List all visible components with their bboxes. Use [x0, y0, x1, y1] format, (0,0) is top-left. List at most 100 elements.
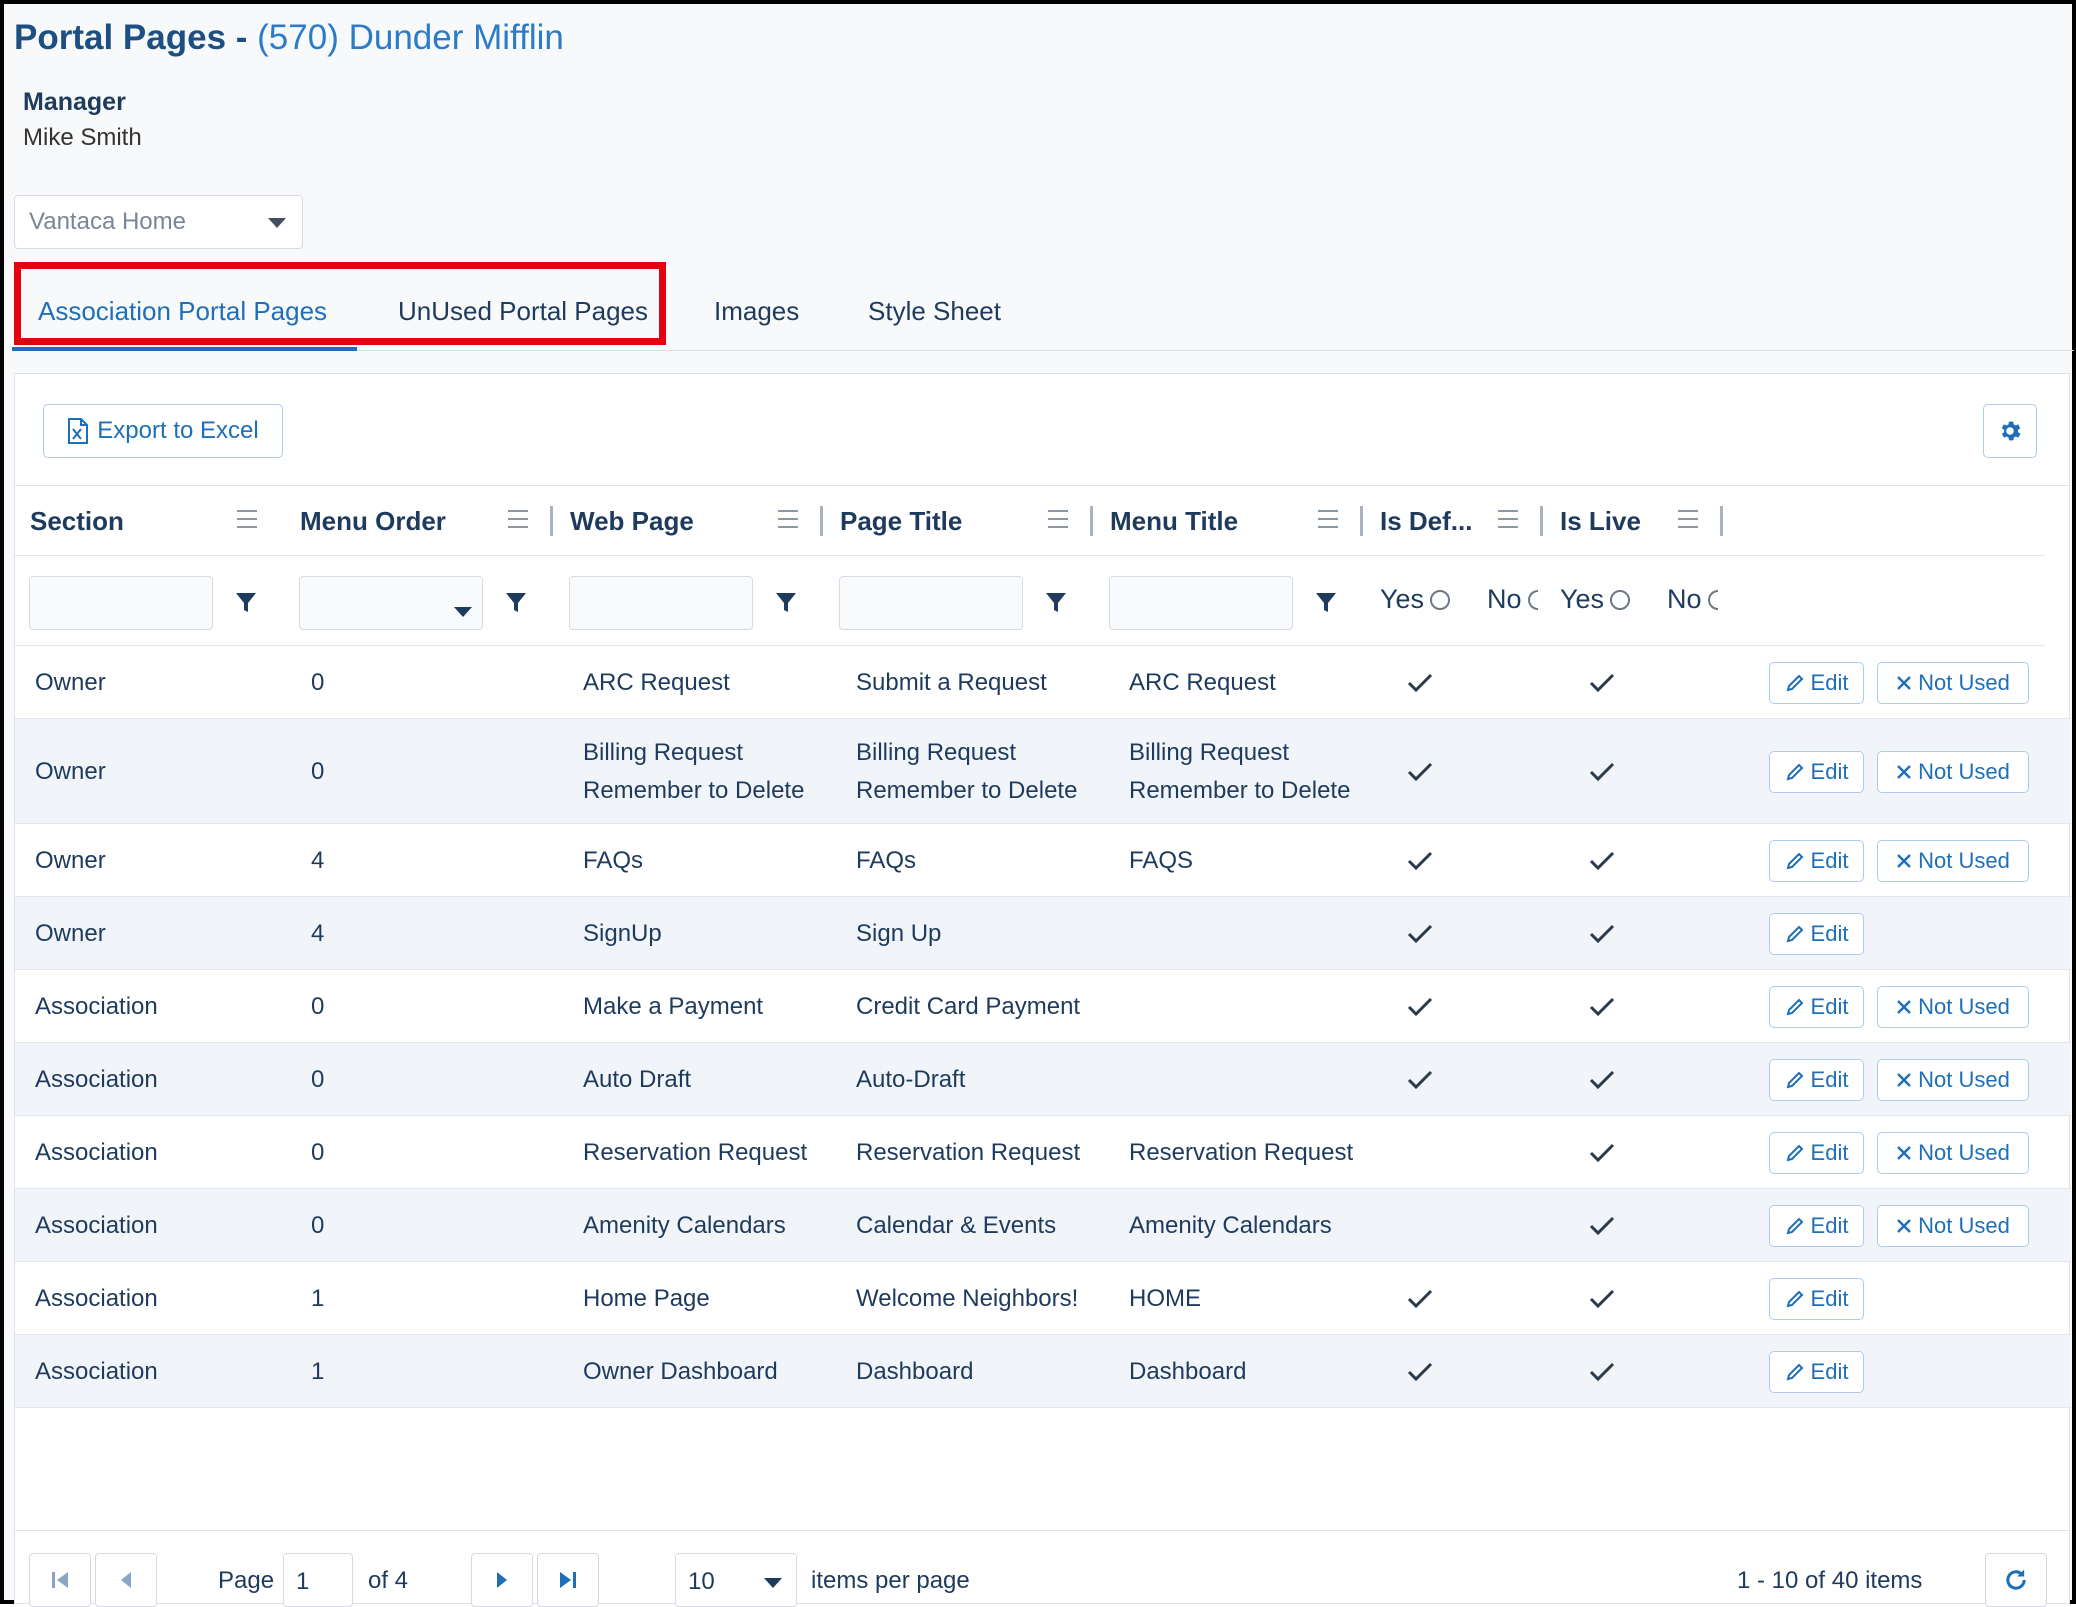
radio-label: No	[1487, 584, 1522, 614]
column-menu-icon[interactable]	[508, 510, 528, 530]
column-header-menu-title[interactable]: Menu Title	[1110, 486, 1238, 556]
column-header-menu-order[interactable]: Menu Order	[300, 486, 446, 556]
edit-button[interactable]: Edit	[1769, 1058, 1864, 1101]
page-title-filter-input[interactable]	[839, 576, 1023, 630]
section-filter-input[interactable]	[29, 576, 213, 630]
not-used-button[interactable]: Not Used	[1877, 1204, 2029, 1247]
filter-icon[interactable]	[235, 591, 257, 615]
page-size-select[interactable]: 10	[675, 1553, 797, 1607]
page-title-cell: Auto-Draft	[856, 1065, 966, 1093]
filter-icon[interactable]	[505, 591, 527, 615]
radio-label: No	[1667, 584, 1702, 614]
filter-row: Yes No Yes No	[15, 556, 2045, 646]
column-header-is-default[interactable]: Is Def...	[1380, 486, 1472, 556]
column-header-page-title[interactable]: Page Title	[840, 486, 962, 556]
pencil-icon	[1786, 998, 1803, 1015]
manager-name: Mike Smith	[23, 124, 142, 151]
not-used-button[interactable]: Not Used	[1877, 661, 2029, 704]
menu-title-cell: HOME	[1129, 1284, 1201, 1312]
last-page-button[interactable]	[537, 1553, 599, 1607]
edit-label: Edit	[1810, 1358, 1849, 1384]
checkmark-icon	[1407, 1070, 1433, 1089]
edit-label: Edit	[1810, 920, 1849, 946]
menu-order-cell: 0	[311, 668, 325, 696]
table-row: Association 0 Make a Payment Credit Card Pa…	[15, 970, 2071, 1043]
previous-page-button[interactable]	[95, 1553, 157, 1607]
menu-title-filter-input[interactable]	[1109, 576, 1293, 630]
table-row: Association 0 Reservation Request Reservati…	[15, 1116, 2071, 1189]
edit-button[interactable]: Edit	[1769, 1277, 1864, 1320]
page-title-cell: Submit a Request	[856, 668, 1047, 696]
section-cell: Owner	[35, 846, 106, 874]
is-live-yes-radio[interactable]: Yes	[1560, 584, 1631, 615]
first-page-button[interactable]	[29, 1553, 91, 1607]
active-tab-indicator	[12, 347, 357, 351]
pencil-icon	[1786, 925, 1803, 942]
column-resize-handle[interactable]	[1090, 506, 1093, 536]
column-menu-icon[interactable]	[1048, 510, 1068, 530]
not-used-button[interactable]: Not Used	[1877, 1058, 2029, 1101]
column-resize-handle[interactable]	[1720, 506, 1723, 536]
edit-button[interactable]: Edit	[1769, 750, 1864, 793]
edit-button[interactable]: Edit	[1769, 1131, 1864, 1174]
not-used-button[interactable]: Not Used	[1877, 750, 2029, 793]
column-header-web-page[interactable]: Web Page	[570, 486, 694, 556]
web-page-cell: FAQs	[583, 846, 644, 874]
column-header-section[interactable]: Section	[30, 486, 124, 556]
next-page-button[interactable]	[471, 1553, 533, 1607]
not-used-label: Not Used	[1918, 993, 2010, 1019]
column-header-is-live[interactable]: Is Live	[1560, 486, 1641, 556]
checkmark-icon	[1407, 762, 1433, 781]
section-cell: Association	[35, 992, 158, 1020]
edit-button[interactable]: Edit	[1769, 661, 1864, 704]
column-menu-icon[interactable]	[237, 510, 257, 530]
filter-icon[interactable]	[1315, 591, 1337, 615]
page-title-text: Portal Pages -	[14, 18, 248, 57]
edit-button[interactable]: Edit	[1769, 912, 1864, 955]
radio-circle	[1707, 589, 1718, 610]
site-select-value: Vantaca Home	[29, 208, 186, 235]
first-page-icon	[52, 1572, 68, 1588]
page-number-input[interactable]: 1	[283, 1553, 353, 1607]
edit-button[interactable]: Edit	[1769, 985, 1864, 1028]
is-live-no-radio[interactable]: No	[1667, 584, 1718, 615]
column-menu-icon[interactable]	[1678, 510, 1698, 530]
checkmark-icon	[1407, 1289, 1433, 1308]
edit-button[interactable]: Edit	[1769, 839, 1864, 882]
column-resize-handle[interactable]	[820, 506, 823, 536]
column-menu-icon[interactable]	[1498, 510, 1518, 530]
web-page-filter-input[interactable]	[569, 576, 753, 630]
not-used-button[interactable]: Not Used	[1877, 839, 2029, 882]
column-resize-handle[interactable]	[550, 506, 553, 536]
edit-button[interactable]: Edit	[1769, 1350, 1864, 1393]
tab-style-sheet[interactable]: Style Sheet	[868, 296, 1001, 327]
items-per-page-label: items per page	[811, 1567, 970, 1594]
checkmark-icon	[1589, 851, 1615, 870]
export-to-excel-button[interactable]: Export to Excel	[43, 404, 283, 458]
site-select[interactable]: Vantaca Home	[14, 195, 303, 249]
edit-label: Edit	[1810, 669, 1849, 695]
filter-icon[interactable]	[1045, 591, 1067, 615]
not-used-button[interactable]: Not Used	[1877, 985, 2029, 1028]
page-title: Portal Pages - (570) Dunder Mifflin	[14, 18, 564, 58]
grid-settings-button[interactable]	[1983, 404, 2037, 458]
close-icon	[1897, 1072, 1911, 1087]
checkmark-icon	[1589, 1289, 1615, 1308]
column-resize-handle[interactable]	[1360, 506, 1363, 536]
tab-images[interactable]: Images	[714, 296, 799, 327]
filter-icon[interactable]	[775, 591, 797, 615]
is-default-yes-radio[interactable]: Yes	[1380, 584, 1451, 615]
column-menu-icon[interactable]	[778, 510, 798, 530]
page-title-cell: Dashboard	[856, 1357, 974, 1385]
edit-button[interactable]: Edit	[1769, 1204, 1864, 1247]
is-default-no-radio[interactable]: No	[1487, 584, 1538, 615]
menu-order-filter-select[interactable]	[299, 576, 483, 630]
column-resize-handle[interactable]	[1540, 506, 1543, 536]
checkmark-icon	[1589, 1216, 1615, 1235]
not-used-button[interactable]: Not Used	[1877, 1131, 2029, 1174]
association-link[interactable]: (570) Dunder Mifflin	[257, 18, 564, 57]
refresh-button[interactable]	[1985, 1553, 2047, 1607]
excel-file-icon	[68, 418, 89, 444]
not-used-label: Not Used	[1918, 847, 2010, 873]
column-menu-icon[interactable]	[1318, 510, 1338, 530]
